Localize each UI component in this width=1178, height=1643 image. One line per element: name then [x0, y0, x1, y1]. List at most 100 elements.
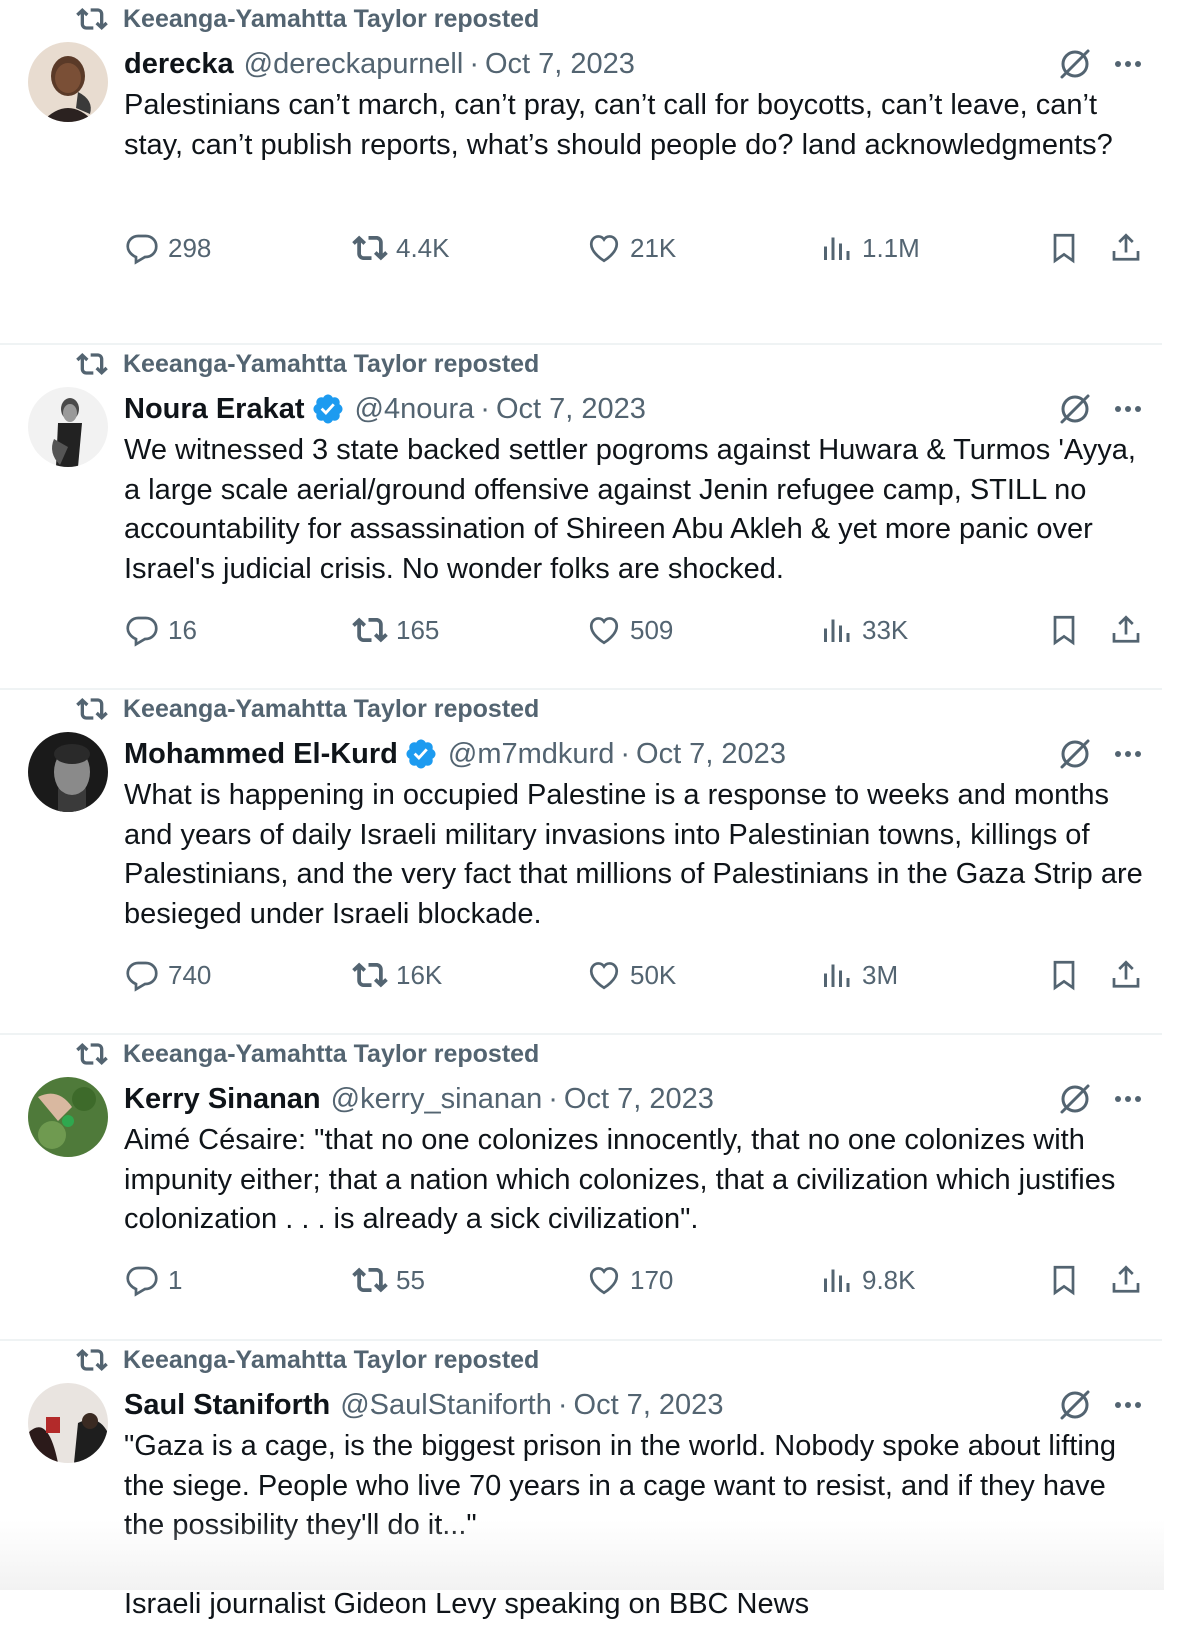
- repost-count: 55: [396, 1264, 425, 1295]
- repost-context-label: Keeanga-Yamahtta Taylor reposted: [123, 694, 540, 723]
- like-count: 21K: [630, 232, 677, 263]
- author-name[interactable]: Noura Erakat: [124, 393, 305, 426]
- more-icon[interactable]: [1108, 734, 1148, 774]
- more-icon[interactable]: [1108, 1079, 1148, 1119]
- repost-context-label: Keeanga-Yamahtta Taylor reposted: [123, 349, 540, 378]
- repost-icon: [352, 617, 388, 643]
- action-bar: 16 165 509 33K: [124, 610, 1154, 650]
- repost-button[interactable]: 4.4K: [352, 228, 450, 268]
- share-icon: [1112, 960, 1140, 988]
- repost-context[interactable]: Keeanga-Yamahtta Taylor reposted: [76, 692, 539, 726]
- view-count: 3M: [862, 959, 899, 990]
- author-name[interactable]: Saul Staniforth: [124, 1389, 330, 1422]
- tweet-text: Aimé Césaire: "that no one colonizes inn…: [124, 1124, 1116, 1235]
- avatar[interactable]: [28, 42, 108, 122]
- views-button[interactable]: 9.8K: [818, 1260, 916, 1300]
- author-handle[interactable]: @m7mdkurd: [448, 738, 614, 771]
- tweet-date[interactable]: Oct 7, 2023: [564, 1083, 714, 1116]
- like-count: 509: [630, 614, 674, 645]
- repost-context[interactable]: Keeanga-Yamahtta Taylor reposted: [76, 2, 539, 36]
- author-handle[interactable]: @4noura: [355, 393, 475, 426]
- repost-icon: [76, 8, 108, 30]
- grok-icon[interactable]: [1055, 389, 1095, 429]
- share-button[interactable]: [1108, 1260, 1152, 1300]
- reply-button[interactable]: 740: [124, 955, 211, 995]
- reply-count: 298: [168, 232, 212, 263]
- bookmark-icon: [1053, 615, 1075, 646]
- author-name[interactable]: Kerry Sinanan: [124, 1083, 321, 1116]
- grok-icon[interactable]: [1055, 734, 1095, 774]
- views-button[interactable]: 1.1M: [818, 228, 920, 268]
- tweet-card[interactable]: Keeanga-Yamahtta Taylor reposted Saul St…: [0, 1341, 1162, 1643]
- like-button[interactable]: 509: [586, 610, 673, 650]
- separator-dot: ·: [620, 737, 631, 770]
- reply-icon: [126, 234, 158, 265]
- bookmark-icon: [1053, 233, 1075, 264]
- tweet-card[interactable]: Keeanga-Yamahtta Taylor reposted derecka…: [0, 0, 1162, 345]
- avatar[interactable]: [28, 1077, 108, 1157]
- separator-dot: ·: [548, 1082, 558, 1115]
- like-button[interactable]: 50K: [586, 955, 676, 995]
- tweet-text: What is happening in occupied Palestine …: [124, 779, 1143, 930]
- views-button[interactable]: 3M: [818, 955, 898, 995]
- heart-icon: [589, 962, 619, 990]
- bookmark-button[interactable]: [1046, 228, 1090, 268]
- heart-icon: [589, 617, 619, 645]
- more-icon[interactable]: [1108, 389, 1148, 429]
- like-button[interactable]: 170: [586, 1260, 673, 1300]
- share-button[interactable]: [1108, 610, 1152, 650]
- bookmark-button[interactable]: [1046, 1260, 1090, 1300]
- share-button[interactable]: [1108, 228, 1152, 268]
- author-name[interactable]: derecka: [124, 48, 234, 81]
- views-icon: [824, 1269, 850, 1292]
- reply-button[interactable]: 16: [124, 610, 197, 650]
- grok-icon[interactable]: [1055, 1079, 1095, 1119]
- avatar[interactable]: [28, 1383, 108, 1463]
- repost-context[interactable]: Keeanga-Yamahtta Taylor reposted: [76, 1343, 539, 1377]
- reply-button[interactable]: 298: [124, 228, 211, 268]
- tweet-date[interactable]: Oct 7, 2023: [496, 393, 646, 426]
- tweet-header: derecka @dereckapurnell · Oct 7, 2023: [124, 44, 635, 84]
- more-icon[interactable]: [1108, 44, 1148, 84]
- avatar-image: [28, 1077, 108, 1157]
- avatar[interactable]: [28, 387, 108, 467]
- separator-dot: ·: [557, 1388, 568, 1421]
- repost-context[interactable]: Keeanga-Yamahtta Taylor reposted: [76, 347, 539, 381]
- tweet-card[interactable]: Keeanga-Yamahtta Taylor reposted Kerry S…: [0, 1035, 1162, 1341]
- author-handle[interactable]: @kerry_sinanan: [331, 1083, 543, 1116]
- repost-count: 16K: [396, 959, 443, 990]
- grok-icon[interactable]: [1055, 44, 1095, 84]
- tweet-date[interactable]: Oct 7, 2023: [485, 48, 635, 81]
- more-icon[interactable]: [1108, 1385, 1148, 1425]
- repost-context-label: Keeanga-Yamahtta Taylor reposted: [123, 4, 540, 33]
- author-handle[interactable]: @SaulStaniforth: [340, 1389, 552, 1422]
- author-name[interactable]: Mohammed El-Kurd: [124, 738, 398, 771]
- reply-icon: [126, 1266, 158, 1297]
- views-button[interactable]: 33K: [818, 610, 908, 650]
- like-count: 170: [630, 1264, 674, 1295]
- tweet-date[interactable]: Oct 7, 2023: [636, 738, 786, 771]
- reply-button[interactable]: 1: [124, 1260, 182, 1300]
- avatar[interactable]: [28, 732, 108, 812]
- bookmark-button[interactable]: [1046, 955, 1090, 995]
- avatar-image: [28, 387, 108, 467]
- reply-icon: [126, 961, 158, 992]
- share-button[interactable]: [1108, 955, 1152, 995]
- share-icon: [1112, 1265, 1140, 1293]
- bookmark-button[interactable]: [1046, 610, 1090, 650]
- views-icon: [824, 964, 850, 987]
- author-handle[interactable]: @dereckapurnell: [244, 48, 464, 81]
- repost-context-label: Keeanga-Yamahtta Taylor reposted: [123, 1039, 540, 1068]
- reply-count: 740: [168, 959, 212, 990]
- repost-icon: [76, 698, 108, 720]
- tweet-date[interactable]: Oct 7, 2023: [574, 1389, 724, 1422]
- grok-icon[interactable]: [1055, 1385, 1095, 1425]
- repost-button[interactable]: 165: [352, 610, 439, 650]
- like-button[interactable]: 21K: [586, 228, 676, 268]
- repost-button[interactable]: 16K: [352, 955, 442, 995]
- tweet-card[interactable]: Keeanga-Yamahtta Taylor reposted Mohamme…: [0, 690, 1162, 1035]
- tweet-card[interactable]: Keeanga-Yamahtta Taylor reposted Noura E…: [0, 345, 1162, 690]
- scrollbar-track[interactable]: [1164, 0, 1178, 1590]
- repost-context[interactable]: Keeanga-Yamahtta Taylor reposted: [76, 1037, 539, 1071]
- repost-button[interactable]: 55: [352, 1260, 425, 1300]
